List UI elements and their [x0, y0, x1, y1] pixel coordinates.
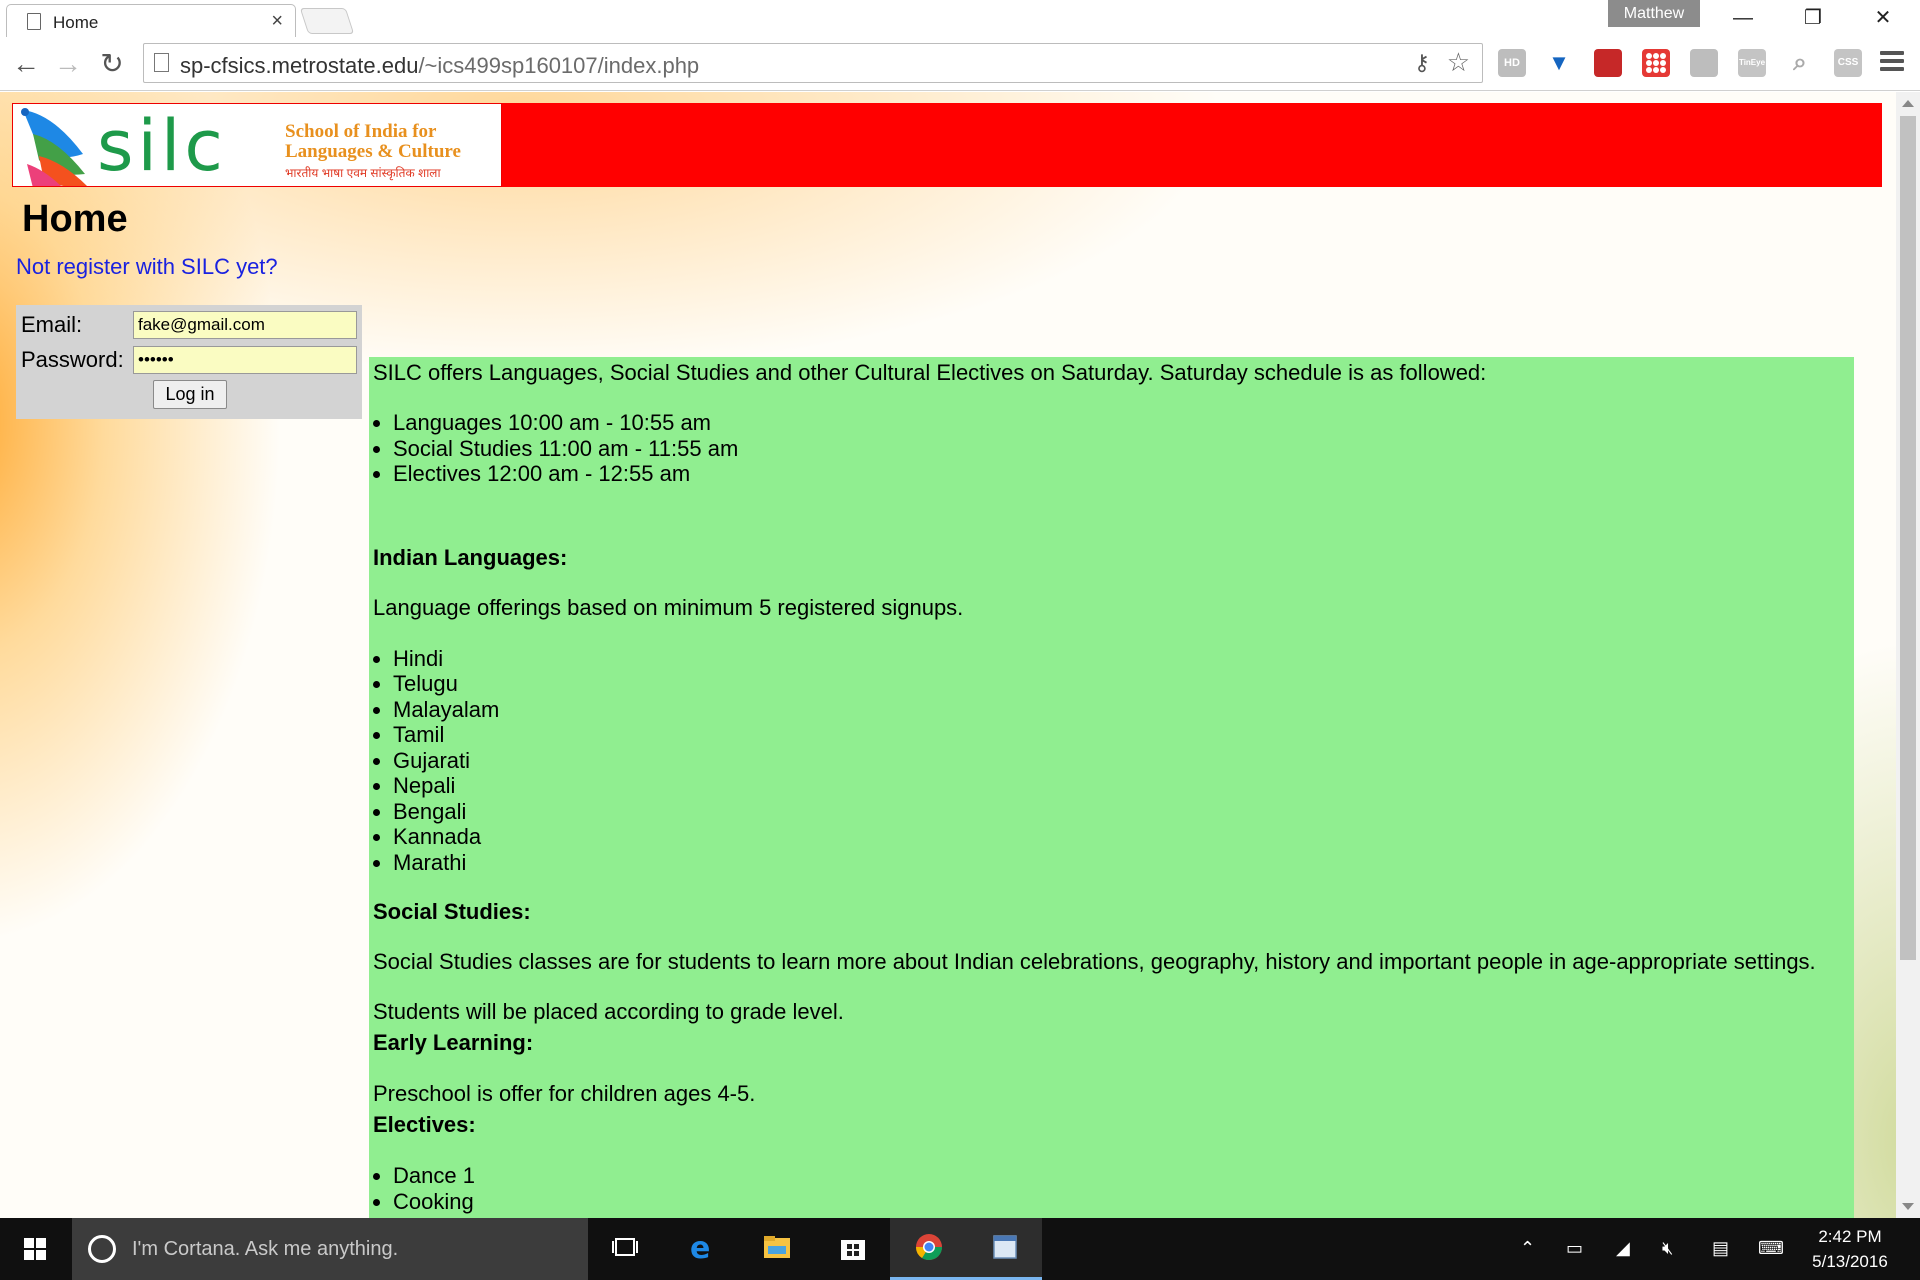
intro-text: SILC offers Languages, Social Studies an…	[373, 360, 1487, 385]
list-item: Languages 10:00 am - 10:55 am	[393, 410, 1850, 436]
languages-heading: Indian Languages:	[373, 544, 568, 570]
svg-text:e: e	[690, 1232, 710, 1262]
register-link[interactable]: Not register with SILC yet?	[16, 254, 278, 280]
start-button[interactable]	[0, 1218, 70, 1280]
list-item: Dance 1	[393, 1163, 1850, 1189]
list-item: Nepali	[393, 773, 1850, 799]
clock-time: 2:42 PM	[1818, 1227, 1882, 1246]
peacock-logo-icon	[21, 108, 87, 186]
restore-icon[interactable]: ❐	[1778, 0, 1848, 37]
header-banner: silc School of India for Languages & Cul…	[12, 103, 1882, 187]
close-window-icon[interactable]: ✕	[1848, 0, 1918, 37]
back-icon[interactable]: ←	[6, 45, 46, 83]
silc-logo[interactable]: silc School of India for Languages & Cul…	[12, 103, 502, 187]
show-hidden-icons-icon[interactable]: ⌃	[1520, 1238, 1535, 1259]
social-studies-heading: Social Studies:	[373, 899, 531, 924]
css-extension-icon[interactable]: CSS	[1834, 49, 1862, 77]
email-label: Email:	[21, 312, 83, 337]
profile-button[interactable]: Matthew	[1608, 0, 1700, 27]
cortana-placeholder: I'm Cortana. Ask me anything.	[132, 1238, 399, 1260]
chart-extension-icon[interactable]	[1690, 49, 1718, 77]
social-studies-description: Social Studies classes are for students …	[373, 949, 1816, 974]
scrollbar-thumb[interactable]	[1900, 116, 1916, 960]
page-icon	[27, 13, 41, 30]
reload-icon[interactable]: ↻	[92, 45, 132, 83]
page-info-icon[interactable]	[154, 53, 169, 72]
grade-level-note: Students will be placed according to gra…	[373, 999, 844, 1024]
hd-extension-icon[interactable]: HD	[1498, 49, 1526, 77]
volume-muted-icon[interactable]: 🔇︎	[1662, 1238, 1673, 1259]
browser-tabstrip: Home × Matthew ― ❐ ✕	[0, 0, 1920, 37]
pdf-extension-icon[interactable]	[1594, 49, 1622, 77]
logo-hindi-text: भारतीय भाषा एवम सांस्कृतिक शाला	[285, 166, 441, 180]
chrome-taskbar-icon[interactable]	[890, 1218, 966, 1280]
url-text: sp-cfsics.metrostate.edu/~ics499sp160107…	[180, 53, 700, 78]
taskbar-clock[interactable]: 2:42 PM 5/13/2016	[1800, 1224, 1900, 1274]
scroll-up-icon[interactable]	[1902, 100, 1914, 107]
early-learning-description: Preschool is offer for children ages 4-5…	[373, 1081, 756, 1106]
tineye-extension-icon[interactable]: TinEye	[1738, 49, 1766, 77]
page-title: Home	[22, 198, 128, 240]
bookmark-star-icon[interactable]: ☆	[1447, 47, 1470, 78]
list-item: Bengali	[393, 799, 1850, 825]
windows-logo-icon	[24, 1238, 46, 1260]
wifi-icon[interactable]: ◢	[1616, 1238, 1630, 1259]
tab-home[interactable]: Home ×	[6, 4, 296, 37]
cortana-search-box[interactable]: I'm Cortana. Ask me anything.	[72, 1218, 588, 1280]
list-item: Tamil	[393, 722, 1850, 748]
clock-date: 5/13/2016	[1812, 1252, 1888, 1271]
list-item: Electives 12:00 am - 12:55 am	[393, 461, 1850, 487]
task-view-icon[interactable]	[586, 1218, 662, 1280]
page-viewport: silc School of India for Languages & Cul…	[0, 92, 1896, 1218]
languages-list: Hindi Telugu Malayalam Tamil Gujarati Ne…	[393, 646, 1850, 876]
list-item: Social Studies 11:00 am - 11:55 am	[393, 436, 1850, 462]
cortana-icon	[88, 1235, 116, 1263]
new-tab-button[interactable]	[299, 8, 355, 34]
list-item: Telugu	[393, 671, 1850, 697]
address-bar[interactable]: sp-cfsics.metrostate.edu/~ics499sp160107…	[143, 43, 1483, 83]
password-label: Password:	[21, 347, 124, 372]
list-item: Marathi	[393, 850, 1850, 876]
tab-title: Home	[53, 13, 99, 32]
browser-toolbar: ← → ↻ sp-cfsics.metrostate.edu/~ics499sp…	[0, 37, 1920, 91]
file-explorer-icon[interactable]	[738, 1218, 814, 1280]
main-content: SILC offers Languages, Social Studies an…	[369, 357, 1854, 1218]
edge-icon[interactable]: e	[662, 1218, 738, 1280]
list-item: Kannada	[393, 824, 1850, 850]
electives-list: Dance 1 Cooking	[393, 1163, 1850, 1214]
electives-heading: Electives:	[373, 1112, 476, 1137]
schedule-list: Languages 10:00 am - 10:55 am Social Stu…	[393, 410, 1850, 487]
list-item: Gujarati	[393, 748, 1850, 774]
forward-icon[interactable]: →	[48, 45, 88, 83]
store-icon[interactable]	[814, 1218, 890, 1280]
password-field[interactable]	[133, 346, 357, 374]
magnifier-extension-icon[interactable]: ⌕	[1786, 49, 1814, 77]
logo-wordmark: silc	[97, 105, 227, 187]
grid-extension-icon[interactable]	[1642, 49, 1670, 77]
keyboard-icon[interactable]: ⌨	[1758, 1238, 1784, 1259]
key-icon[interactable]: ⚷	[1414, 50, 1430, 76]
page-scrollbar[interactable]	[1896, 92, 1920, 1218]
y-extension-icon[interactable]: ▼	[1545, 49, 1573, 77]
list-item: Cooking	[393, 1189, 1850, 1215]
early-learning-heading: Early Learning:	[373, 1030, 534, 1055]
languages-note: Language offerings based on minimum 5 re…	[373, 594, 964, 620]
list-item: Hindi	[393, 646, 1850, 672]
windows-taskbar: I'm Cortana. Ask me anything. e ⌃ ▭ ◢ 🔇︎…	[0, 1218, 1920, 1280]
list-item: Malayalam	[393, 697, 1850, 723]
battery-icon[interactable]: ▭	[1566, 1238, 1583, 1259]
action-center-icon[interactable]: ▤	[1712, 1238, 1729, 1259]
app-taskbar-icon[interactable]	[966, 1218, 1042, 1280]
login-form: Email: Password: Log in	[16, 305, 362, 419]
chrome-menu-icon[interactable]	[1880, 51, 1904, 75]
login-button[interactable]: Log in	[153, 380, 227, 409]
tab-close-icon[interactable]: ×	[271, 10, 283, 33]
minimize-icon[interactable]: ―	[1708, 0, 1778, 37]
email-field[interactable]	[133, 311, 357, 339]
scroll-down-icon[interactable]	[1902, 1203, 1914, 1210]
logo-tagline: School of India for Languages & Culture	[285, 121, 461, 162]
